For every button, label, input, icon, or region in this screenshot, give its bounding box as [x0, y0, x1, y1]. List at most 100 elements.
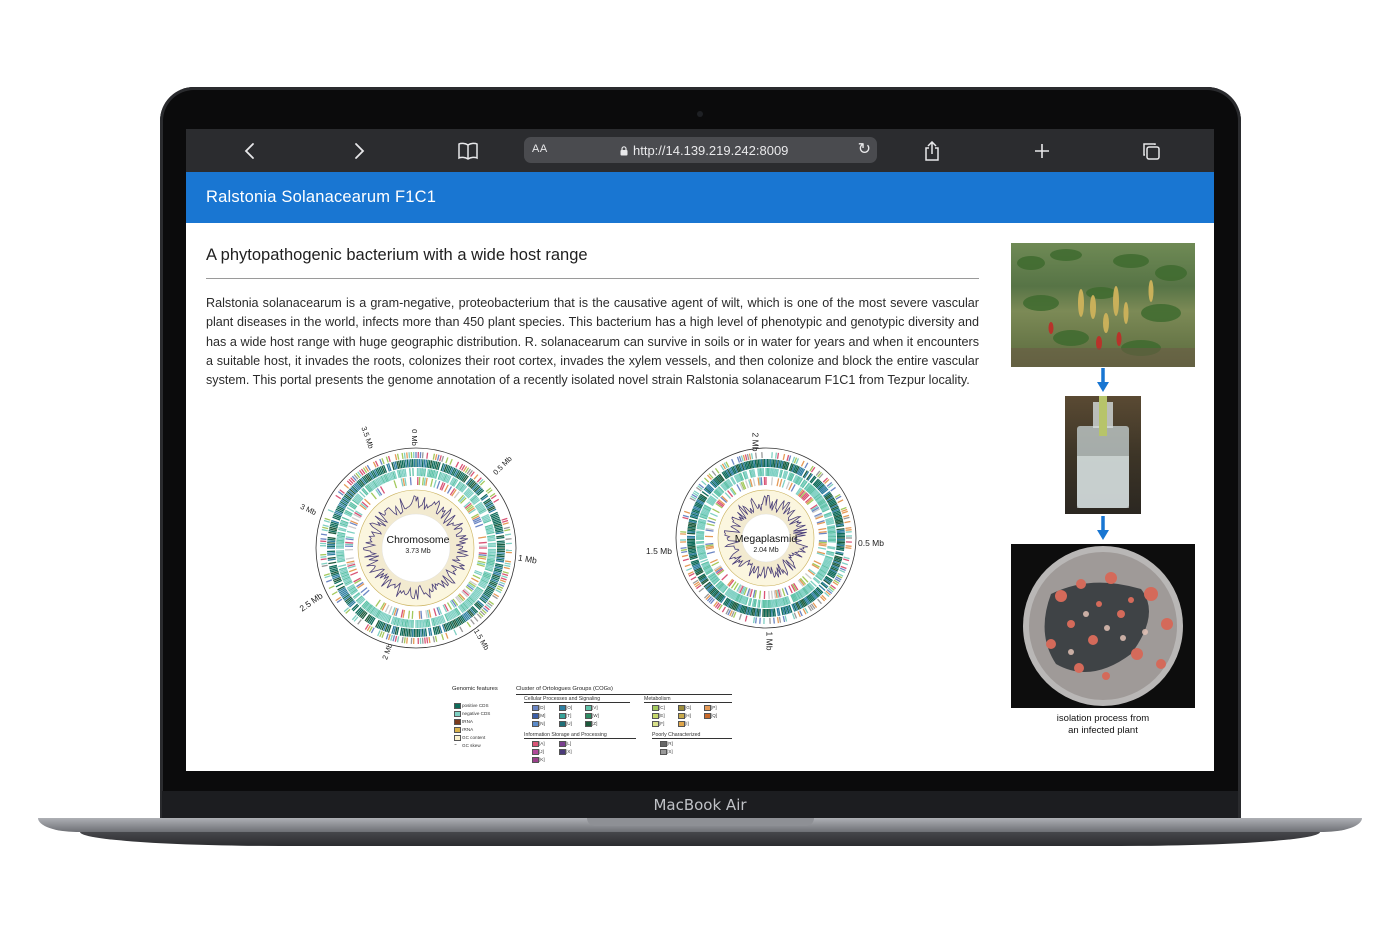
genome-feature-mark	[323, 519, 330, 523]
genome-feature-mark	[432, 453, 436, 460]
genome-feature-mark	[335, 582, 344, 588]
reload-icon[interactable]: ↻	[858, 139, 871, 159]
genome-feature-mark	[700, 558, 709, 563]
genome-feature-mark	[406, 452, 408, 459]
legend-rule	[524, 738, 636, 739]
back-button[interactable]	[230, 129, 270, 172]
genome-feature-mark	[707, 520, 716, 524]
genome-feature-mark	[321, 564, 328, 568]
genome-feature-mark	[687, 529, 696, 532]
genome-feature-mark	[394, 635, 398, 642]
genome-feature-mark	[788, 585, 793, 594]
legend-swatch	[652, 721, 659, 727]
genome-feature-mark	[421, 619, 423, 628]
genome-feature-mark	[791, 613, 796, 620]
genome-feature-mark	[784, 615, 788, 622]
genome-feature-mark	[818, 541, 827, 544]
new-tab-button[interactable]	[1022, 129, 1062, 172]
divider	[206, 278, 979, 279]
genome-feature-mark	[841, 562, 848, 566]
genome-feature-mark	[399, 627, 403, 636]
genome-feature-mark	[837, 499, 844, 504]
address-bar[interactable]: AA http://14.139.219.242:8009 ↻	[524, 137, 877, 163]
url-display[interactable]: http://14.139.219.242:8009	[620, 143, 788, 158]
genome-feature-mark	[778, 616, 782, 623]
genome-feature-mark	[681, 550, 688, 554]
genome-feature-mark	[759, 459, 762, 468]
app-header: Ralstonia Solanacearum F1C1	[186, 172, 1214, 223]
genome-feature-mark	[745, 480, 749, 489]
genome-feature-mark	[845, 545, 852, 547]
genome-feature-mark	[403, 628, 406, 637]
device-brand: MacBook Air	[653, 796, 747, 814]
laptop-notch	[587, 818, 814, 826]
legend-label: negative CDS	[462, 711, 491, 716]
app-title[interactable]: Ralstonia Solanacearum F1C1	[206, 188, 436, 207]
genome-feature-mark	[684, 510, 691, 514]
legend-swatch	[678, 705, 685, 711]
genome-feature-mark	[827, 531, 836, 534]
genome-feature-mark	[401, 459, 404, 469]
browser-toolbar: AA http://14.139.219.242:8009 ↻	[186, 129, 1214, 172]
genome-feature-mark	[748, 453, 752, 460]
legend-swatch	[532, 741, 539, 747]
camera-icon	[697, 111, 703, 117]
bookmarks-button[interactable]	[448, 129, 488, 172]
genome-feature-mark	[736, 484, 742, 492]
genome-feature-mark	[687, 531, 696, 534]
genome-feature-mark	[423, 628, 426, 637]
genome-feature-mark	[379, 458, 383, 465]
genome-feature-mark	[436, 454, 440, 461]
genome-feature-mark	[757, 477, 760, 486]
genome-feature-mark	[336, 537, 345, 541]
forward-button[interactable]	[339, 129, 379, 172]
genome-feature-mark	[845, 526, 852, 530]
genome-feature-mark	[401, 452, 404, 460]
genome-feature-mark	[793, 612, 798, 619]
genome-feature-mark	[473, 474, 479, 480]
genome-feature-mark	[423, 468, 427, 477]
legend-swatch	[652, 713, 659, 719]
genome-feature-mark	[466, 621, 472, 628]
genome-feature-mark	[501, 517, 508, 521]
legend-code: [O]	[566, 705, 573, 710]
genome-feature-mark	[504, 564, 511, 568]
genome-feature-mark	[782, 453, 786, 461]
genome-feature-mark	[321, 528, 328, 532]
genome-feature-mark	[756, 608, 759, 617]
legend-swatch	[652, 705, 659, 711]
genome-feature-mark	[336, 555, 345, 559]
genome-feature-mark	[404, 468, 407, 477]
legend-code: [N]	[539, 721, 545, 726]
genome-feature-mark	[436, 480, 441, 489]
genome-feature-mark	[449, 458, 453, 465]
genome-feature-mark	[711, 470, 717, 477]
genome-feature-mark	[759, 468, 762, 477]
genome-feature-mark	[836, 547, 845, 550]
genome-feature-mark	[324, 575, 331, 579]
genome-feature-mark	[336, 541, 345, 543]
genome-feature-mark	[505, 538, 512, 540]
legend-swatch	[559, 721, 566, 727]
genome-feature-mark	[756, 459, 759, 468]
genome-feature-mark	[496, 553, 505, 556]
genome-feature-mark	[496, 556, 505, 560]
genome-feature-mark	[496, 555, 505, 558]
genome-feature-mark	[428, 459, 431, 469]
genome-feature-mark	[687, 544, 696, 547]
legend-swatch	[559, 713, 566, 719]
tabs-overview-button[interactable]	[1131, 129, 1171, 172]
genome-feature-mark	[772, 608, 775, 617]
genome-feature-mark	[327, 558, 336, 561]
chromosome-size: 3.73 Mb	[405, 548, 431, 555]
legend-swatch	[532, 749, 539, 755]
genome-feature-mark	[331, 591, 338, 596]
genome-feature-mark	[446, 602, 453, 610]
genome-feature-mark	[426, 637, 429, 644]
genome-feature-mark	[393, 480, 398, 489]
share-button[interactable]	[912, 129, 952, 172]
legend-code: [G]	[685, 705, 692, 710]
genome-feature-mark	[324, 517, 331, 521]
reader-text-size-button[interactable]: AA	[532, 143, 548, 155]
genome-feature-mark	[738, 613, 742, 620]
